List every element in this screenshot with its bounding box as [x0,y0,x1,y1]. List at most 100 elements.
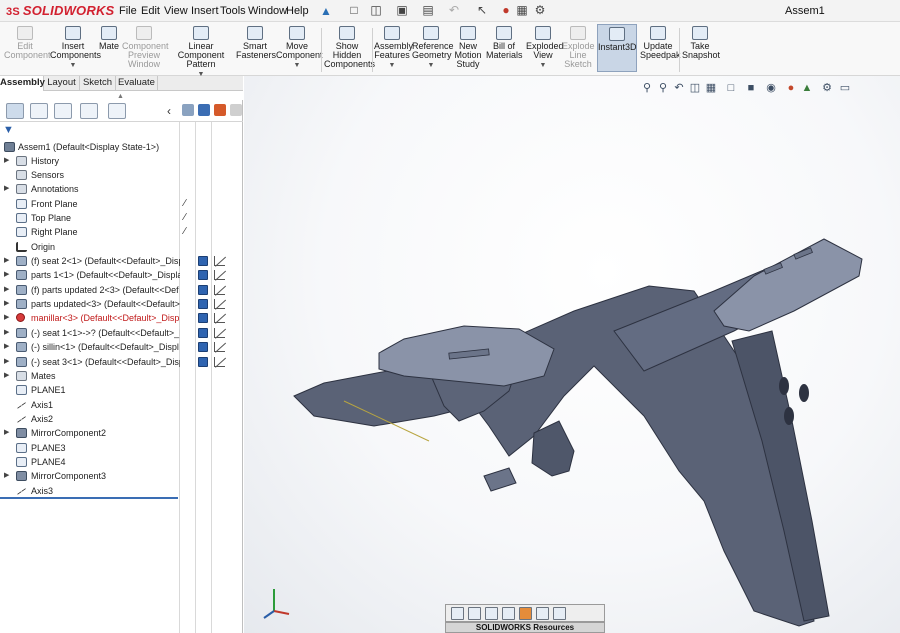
dropdown-arrow-icon[interactable]: ▼ [276,61,318,70]
appearances-icon[interactable] [519,607,532,620]
tree-item-mirrorcomponent3[interactable]: ▶ MirrorComponent3 [0,469,180,483]
graphics-area[interactable]: ⚲ ⚲ ↶ ◫ ▦ □ ■ ◉ ● ▲ ⚙ ▭ [244,76,900,633]
menu-view[interactable]: View [164,5,188,17]
expand-arrow-icon[interactable]: ▶ [4,426,9,440]
expand-arrow-icon[interactable]: ▶ [4,297,9,311]
mount-tab[interactable] [483,467,517,492]
tree-item-top-plane[interactable]: Top Plane [0,211,180,225]
new-document-icon[interactable]: □ [346,3,362,18]
tree-item-parts-updated[interactable]: ▶ parts updated<3> (Default<<Default> [0,297,180,311]
expand-arrow-icon[interactable]: ▶ [4,355,9,369]
reference-geometry-button[interactable]: Reference Geometry ▼ [412,26,454,70]
transparency-state-icon[interactable] [214,299,225,309]
display-mode-icon[interactable] [198,104,210,116]
home-icon[interactable] [451,607,464,620]
file-explorer-icon[interactable] [485,607,498,620]
save-icon[interactable]: ▣ [394,3,410,18]
filter-icon[interactable]: ▼ [3,124,14,136]
apply-scene-icon[interactable]: ▲ [800,81,814,95]
expand-arrow-icon[interactable]: ▶ [4,369,9,383]
tree-item-annotations[interactable]: ▶ Annotations [0,182,180,196]
transparency-state-icon[interactable] [214,342,225,352]
dynamic-annotation-icon[interactable]: ▦ [704,81,718,95]
tree-item-seat-3[interactable]: ▶ (-) seat 3<1> (Default<<Default>_Disp [0,355,180,369]
property-manager-tab-icon[interactable] [30,103,48,119]
section-view-icon[interactable]: ◫ [688,81,702,95]
transparency-state-icon[interactable] [214,256,225,266]
instant3d-button[interactable]: Instant3D [597,24,637,72]
display-manager-tab-icon[interactable] [108,103,126,119]
dropdown-arrow-icon[interactable]: ▼ [526,61,560,70]
tree-item-plane4[interactable]: PLANE4 [0,455,180,469]
zoom-to-fit-icon[interactable]: ⚲ [640,81,654,95]
hidden-state-icon[interactable]: ∕ [184,226,193,237]
view-orientation-icon[interactable]: □ [724,81,738,95]
hide-show-items-icon[interactable]: ◉ [764,81,778,95]
display-state-icon[interactable] [198,342,208,352]
transparency-state-icon[interactable] [214,313,225,323]
transparency-state-icon[interactable] [214,285,225,295]
take-snapshot-button[interactable]: Take Snapshot [682,26,720,60]
view-palette-icon[interactable] [502,607,515,620]
tree-item-plane1[interactable]: PLANE1 [0,383,180,397]
expand-arrow-icon[interactable]: ▶ [4,311,9,325]
tree-item-mirrorcomponent2[interactable]: ▶ MirrorComponent2 [0,426,180,440]
expand-arrow-icon[interactable]: ▶ [4,469,9,483]
select-icon[interactable]: ↖ [474,3,490,18]
tree-item-origin[interactable]: Origin [0,240,180,254]
feature-manager-tab-icon[interactable] [6,103,24,119]
tree-root-assem1[interactable]: Assem1 (Default<Display State-1>) [0,140,180,154]
tree-item-mates[interactable]: ▶ Mates [0,369,180,383]
display-state-icon[interactable] [198,357,208,367]
tab-sketch[interactable]: Sketch [80,76,116,91]
rebuild-icon[interactable]: ● [498,3,514,18]
display-monitor-icon[interactable]: ▭ [838,81,852,95]
menu-tools[interactable]: Tools [220,5,246,17]
solidworks-logo[interactable]: 3S SOLIDWORKS [6,3,114,18]
collapse-ribbon-handle[interactable]: ▲ [117,93,124,100]
pin-menu-icon[interactable]: ▲ [320,4,332,18]
assembly-features-button[interactable]: Assembly Features ▼ [374,26,413,70]
tab-layout[interactable]: Layout [44,76,80,91]
expand-arrow-icon[interactable]: ▶ [4,340,9,354]
show-hidden-components-button[interactable]: Show Hidden Components [324,26,375,69]
dropdown-arrow-icon[interactable]: ▼ [412,61,450,70]
edit-component-button[interactable]: Edit Component [4,26,51,60]
menu-help[interactable]: Help [286,5,309,17]
undo-icon[interactable]: ↶ [446,3,462,18]
display-state-icon[interactable] [198,270,208,280]
tree-item-sensors[interactable]: Sensors [0,168,180,182]
file-properties-icon[interactable]: ▦ [514,3,530,18]
expand-arrow-icon[interactable]: ▶ [4,268,9,282]
dropdown-arrow-icon[interactable]: ▼ [374,61,410,70]
display-state-icon[interactable] [198,256,208,266]
update-speedpak-button[interactable]: Update Speedpak [640,26,681,60]
hidden-state-icon[interactable]: ∕ [184,198,193,209]
expand-arrow-icon[interactable]: ▶ [4,326,9,340]
tree-item-seat-2[interactable]: ▶ (f) seat 2<1> (Default<<Default>_Displ [0,254,180,268]
smart-fasteners-button[interactable]: Smart Fasteners [236,26,276,60]
menu-window[interactable]: Window [248,5,287,17]
tree-item-manillar[interactable]: ▶ manillar<3> (Default<<Default>_Disp [0,311,180,325]
tab-assembly[interactable]: Assembly [0,76,45,91]
forum-icon[interactable] [553,607,566,620]
tree-item-axis3[interactable]: Axis3 [0,484,180,498]
bill-of-materials-button[interactable]: Bill of Materials [486,26,523,60]
tree-item-axis2[interactable]: Axis2 [0,412,180,426]
options-gear-icon[interactable]: ⚙ [532,3,548,18]
expand-arrow-icon[interactable]: ▶ [4,182,9,196]
tree-item-parts-updated-2[interactable]: ▶ (f) parts updated 2<3> (Default<<Def [0,283,180,297]
menu-insert[interactable]: Insert [191,5,219,17]
menu-edit[interactable]: Edit [141,5,160,17]
view-settings-icon[interactable]: ⚙ [820,81,834,95]
tree-item-axis1[interactable]: Axis1 [0,398,180,412]
expand-arrow-icon[interactable]: ▶ [4,154,9,168]
chevron-left-icon[interactable]: ‹ [167,104,171,118]
exploded-view-button[interactable]: Exploded View ▼ [526,26,564,70]
tree-item-parts-1[interactable]: ▶ parts 1<1> (Default<<Default>_Displa [0,268,180,282]
custom-properties-icon[interactable] [536,607,549,620]
dropdown-arrow-icon[interactable]: ▼ [50,61,96,70]
design-library-icon[interactable] [468,607,481,620]
hide-show-icon[interactable] [182,104,194,116]
print-icon[interactable]: ▤ [420,3,436,18]
